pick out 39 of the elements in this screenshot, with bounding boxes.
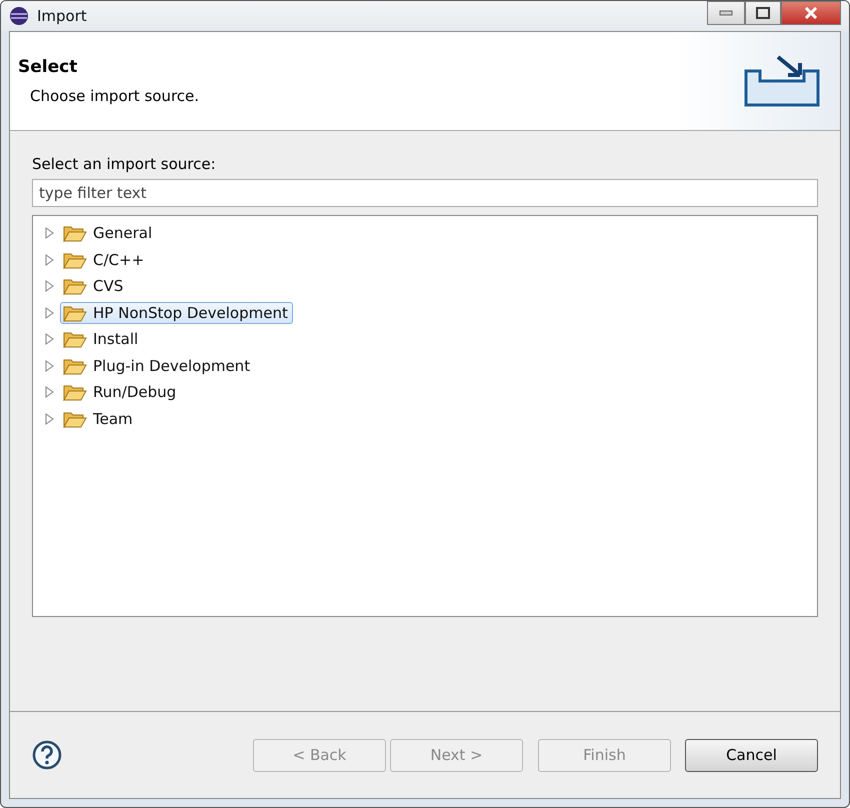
close-icon bbox=[804, 7, 818, 19]
minimize-button[interactable] bbox=[707, 1, 745, 25]
folder-icon bbox=[63, 410, 87, 428]
expand-arrow-icon[interactable] bbox=[45, 386, 54, 398]
close-button[interactable] bbox=[781, 1, 841, 25]
tree-item[interactable]: Plug-in Development bbox=[60, 354, 256, 377]
tree-item[interactable]: CVS bbox=[60, 275, 128, 298]
page-description: Choose import source. bbox=[30, 87, 200, 105]
maximize-button[interactable] bbox=[745, 1, 781, 25]
expand-arrow-icon[interactable] bbox=[45, 306, 54, 319]
expand-arrow-icon[interactable] bbox=[45, 254, 54, 266]
folder-icon bbox=[63, 250, 87, 269]
expand-arrow-icon[interactable] bbox=[45, 360, 54, 372]
expand-arrow-icon[interactable] bbox=[45, 333, 54, 346]
folder-icon bbox=[63, 304, 87, 322]
minimize-icon bbox=[719, 10, 733, 16]
expand-arrow-icon[interactable] bbox=[45, 227, 54, 240]
tree-item[interactable]: Install bbox=[60, 328, 144, 350]
tree-item[interactable]: C/C++ bbox=[60, 248, 150, 271]
window-title: Import bbox=[37, 7, 88, 25]
wizard-button[interactable]: Cancel bbox=[685, 738, 818, 772]
source-label: Select an import source: bbox=[32, 155, 217, 173]
folder-icon bbox=[63, 383, 87, 402]
tree-item[interactable]: Team bbox=[60, 408, 138, 430]
maximize-icon bbox=[756, 7, 770, 19]
folder-icon bbox=[63, 330, 87, 348]
folder-icon bbox=[63, 356, 87, 375]
page-title: Select bbox=[18, 57, 78, 77]
filter-field[interactable]: type filter text bbox=[32, 179, 818, 207]
expand-arrow-icon[interactable] bbox=[45, 412, 54, 425]
tree-item[interactable]: Run/Debug bbox=[60, 381, 182, 404]
folder-icon bbox=[63, 277, 87, 296]
tree-item[interactable]: General bbox=[60, 222, 158, 244]
app-icon bbox=[9, 6, 29, 26]
import-tray-icon bbox=[744, 55, 820, 107]
expand-arrow-icon[interactable] bbox=[45, 280, 54, 292]
folder-icon bbox=[63, 224, 87, 242]
tree-item[interactable]: HP NonStop Development bbox=[60, 302, 293, 324]
help-icon[interactable] bbox=[32, 740, 62, 770]
